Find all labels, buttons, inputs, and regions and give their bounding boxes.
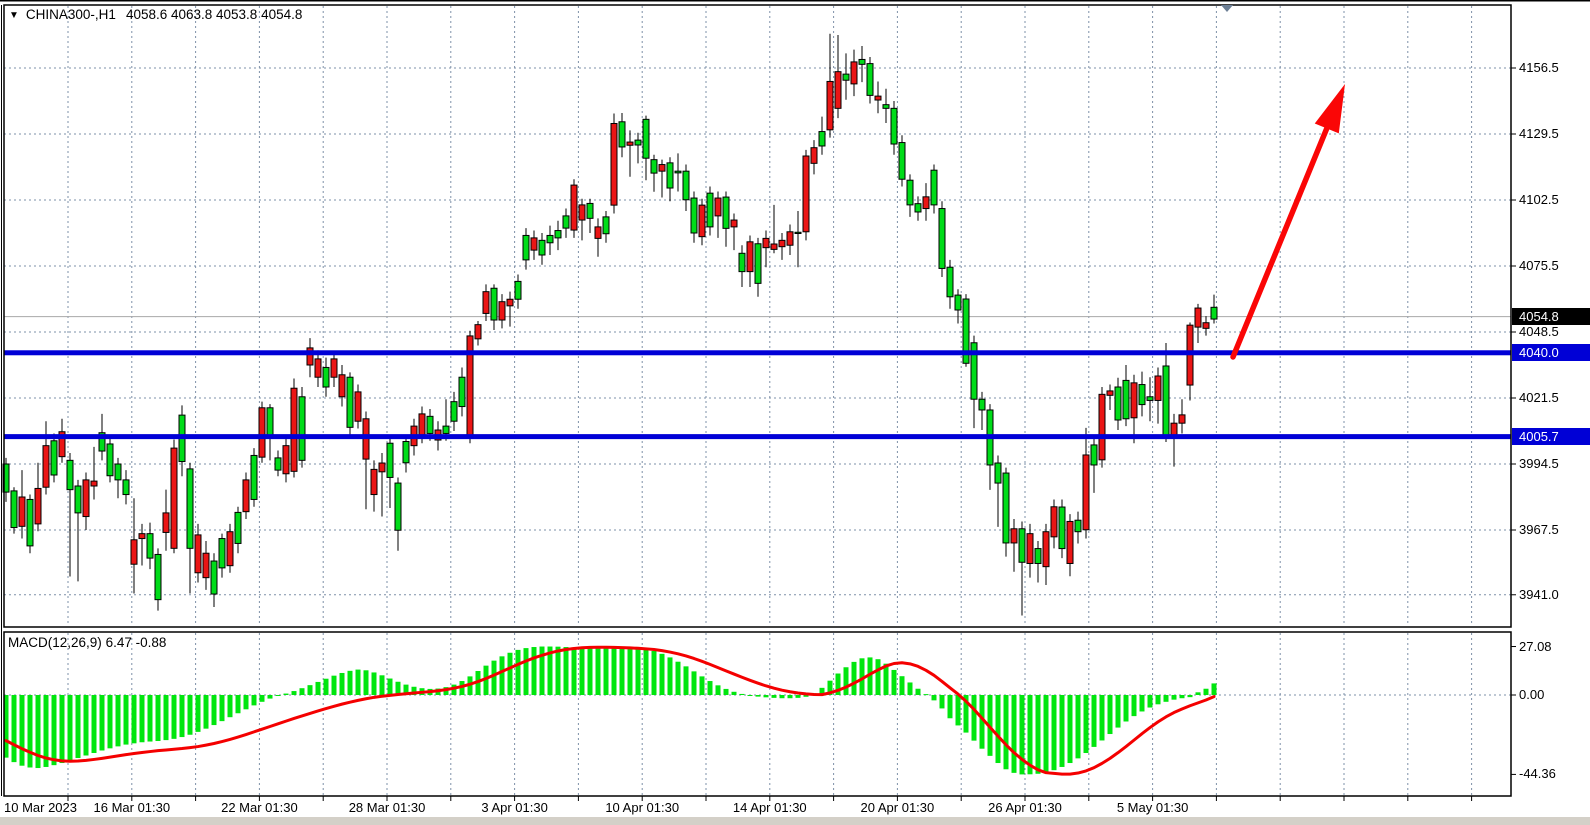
chart-shift-triangle-icon[interactable] [1221, 5, 1233, 12]
time-axis-label[interactable]: 5 May 01:30 [1117, 800, 1189, 816]
trend-arrow-head-icon[interactable] [1315, 84, 1345, 133]
trading-chart-window: ▼ CHINA300-,H1 4058.6 4063.8 4053.8 4054.8… [0, 0, 1590, 825]
current-price-label: 4054.8 [1512, 308, 1590, 325]
macd-values: 6.47 -0.88 [106, 635, 167, 650]
time-axis-label[interactable]: 10 Mar 2023 [4, 800, 77, 816]
macd-axis-tick: 0.00 [1519, 687, 1544, 703]
window-bottom-border [0, 817, 1590, 825]
time-axis-label[interactable]: 28 Mar 01:30 [349, 800, 426, 816]
time-axis-label[interactable]: 14 Apr 01:30 [733, 800, 807, 816]
level-price-label: 4040.0 [1512, 344, 1590, 361]
chart-canvas[interactable] [0, 0, 1590, 825]
time-axis-label[interactable]: 20 Apr 01:30 [861, 800, 935, 816]
ohlc-values-label: 4058.6 4063.8 4053.8 4054.8 [126, 7, 302, 22]
time-axis-label[interactable]: 22 Mar 01:30 [221, 800, 298, 816]
price-axis-tick: 4048.5 [1519, 324, 1559, 340]
chart-title: ▼ CHINA300-,H1 4058.6 4063.8 4053.8 4054.8 [9, 7, 302, 22]
symbol-period-label: CHINA300-,H1 [26, 7, 116, 22]
time-axis-label[interactable]: 10 Apr 01:30 [605, 800, 679, 816]
time-axis-label[interactable]: 16 Mar 01:30 [93, 800, 170, 816]
price-axis-tick: 3941.0 [1519, 587, 1559, 603]
macd-indicator-label: MACD(12,26,9) 6.47 -0.88 [8, 635, 166, 650]
macd-axis-tick: 27.08 [1519, 639, 1552, 655]
price-axis-tick: 4075.5 [1519, 258, 1559, 274]
macd-name: MACD(12,26,9) [8, 635, 102, 650]
macd-axis-tick: -44.36 [1519, 766, 1556, 782]
price-axis-tick: 3967.5 [1519, 522, 1559, 538]
level-price-label: 4005.7 [1512, 428, 1590, 445]
price-axis-tick: 4021.5 [1519, 390, 1559, 406]
time-axis-label[interactable]: 26 Apr 01:30 [988, 800, 1062, 816]
symbol-dropdown-triangle-icon[interactable]: ▼ [9, 10, 19, 21]
price-axis-tick: 4102.5 [1519, 192, 1559, 208]
price-axis-tick: 3994.5 [1519, 456, 1559, 472]
trend-arrow-shaft[interactable] [1233, 123, 1329, 357]
price-axis-tick: 4129.5 [1519, 126, 1559, 142]
price-axis-tick: 4156.5 [1519, 60, 1559, 76]
time-axis-label[interactable]: 3 Apr 01:30 [481, 800, 548, 816]
